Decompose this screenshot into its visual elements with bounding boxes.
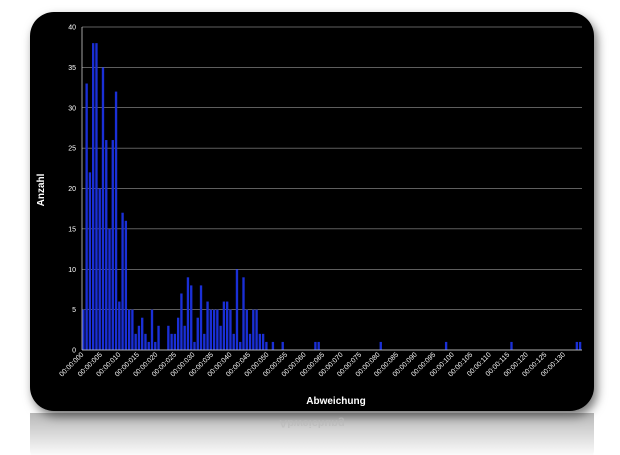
y-tick-label: 5 [72,307,76,314]
bar [147,341,150,350]
bars [82,43,582,351]
bar [281,341,284,350]
bar [190,285,193,350]
bar [219,325,222,350]
bar [252,309,255,350]
bar [258,333,262,350]
bar [108,228,111,350]
bar [82,309,85,350]
histogram-chart: 0 5 10 15 20 25 30 35 40 00:00:00000:00:00500:00… [36,25,582,407]
bar [510,341,513,350]
bar [131,309,134,350]
bar [245,309,248,350]
bar [225,301,229,350]
bar [271,341,275,350]
bar [248,333,252,350]
bar [265,341,268,350]
y-tick-label: 40 [68,25,76,32]
gridlines [82,26,582,351]
bar [121,212,124,350]
y-axis-label: Anzahl [36,173,47,206]
bar [88,172,92,350]
bar [134,333,137,350]
bar [170,333,173,350]
bar [150,309,154,350]
bar [216,309,219,350]
bar [575,341,579,350]
bar [85,83,88,351]
bar [101,67,105,350]
bar [199,285,203,350]
bar [180,293,183,350]
bar [578,341,582,350]
bar [118,301,121,350]
bar [154,341,157,350]
bar [124,220,128,350]
bar [92,43,95,351]
bar [235,269,239,350]
bar [261,333,265,350]
bar [144,333,147,350]
bar [193,341,196,350]
y-tick-label: 10 [68,267,76,274]
y-tick-labels: 0 5 10 15 20 25 30 35 40 [68,25,76,355]
bar [255,309,258,350]
y-tick-label: 20 [68,186,76,193]
x-tick-labels: 00:00:00000:00:00500:00:01000:00:01500:0… [58,351,567,378]
bar [114,91,118,350]
y-tick-label: 0 [72,348,76,355]
y-tick-label: 15 [68,226,76,233]
bar [196,317,199,350]
y-tick-label: 25 [68,146,76,153]
y-tick-label: 30 [68,105,76,112]
bar [186,277,190,350]
bar [379,341,382,350]
bar [95,43,98,351]
bar [232,333,235,350]
bar [111,140,114,350]
bar [314,341,317,350]
bar [212,309,216,350]
y-tick-label: 35 [68,65,76,72]
bar [167,325,170,350]
bar [157,325,160,350]
bar [203,333,206,350]
x-axis-label: Abweichung [306,396,365,407]
bar [444,341,448,350]
bar [183,325,186,350]
bar [173,333,177,350]
bar [141,317,144,350]
bar [209,309,213,350]
bar [105,140,108,350]
bar [317,341,320,350]
bar [222,301,226,350]
bar [176,317,180,350]
bar [137,325,141,350]
bar [98,188,101,350]
bar [229,309,232,350]
bar [206,301,209,350]
bar [239,341,242,350]
bar [127,309,131,350]
bar [242,277,245,350]
